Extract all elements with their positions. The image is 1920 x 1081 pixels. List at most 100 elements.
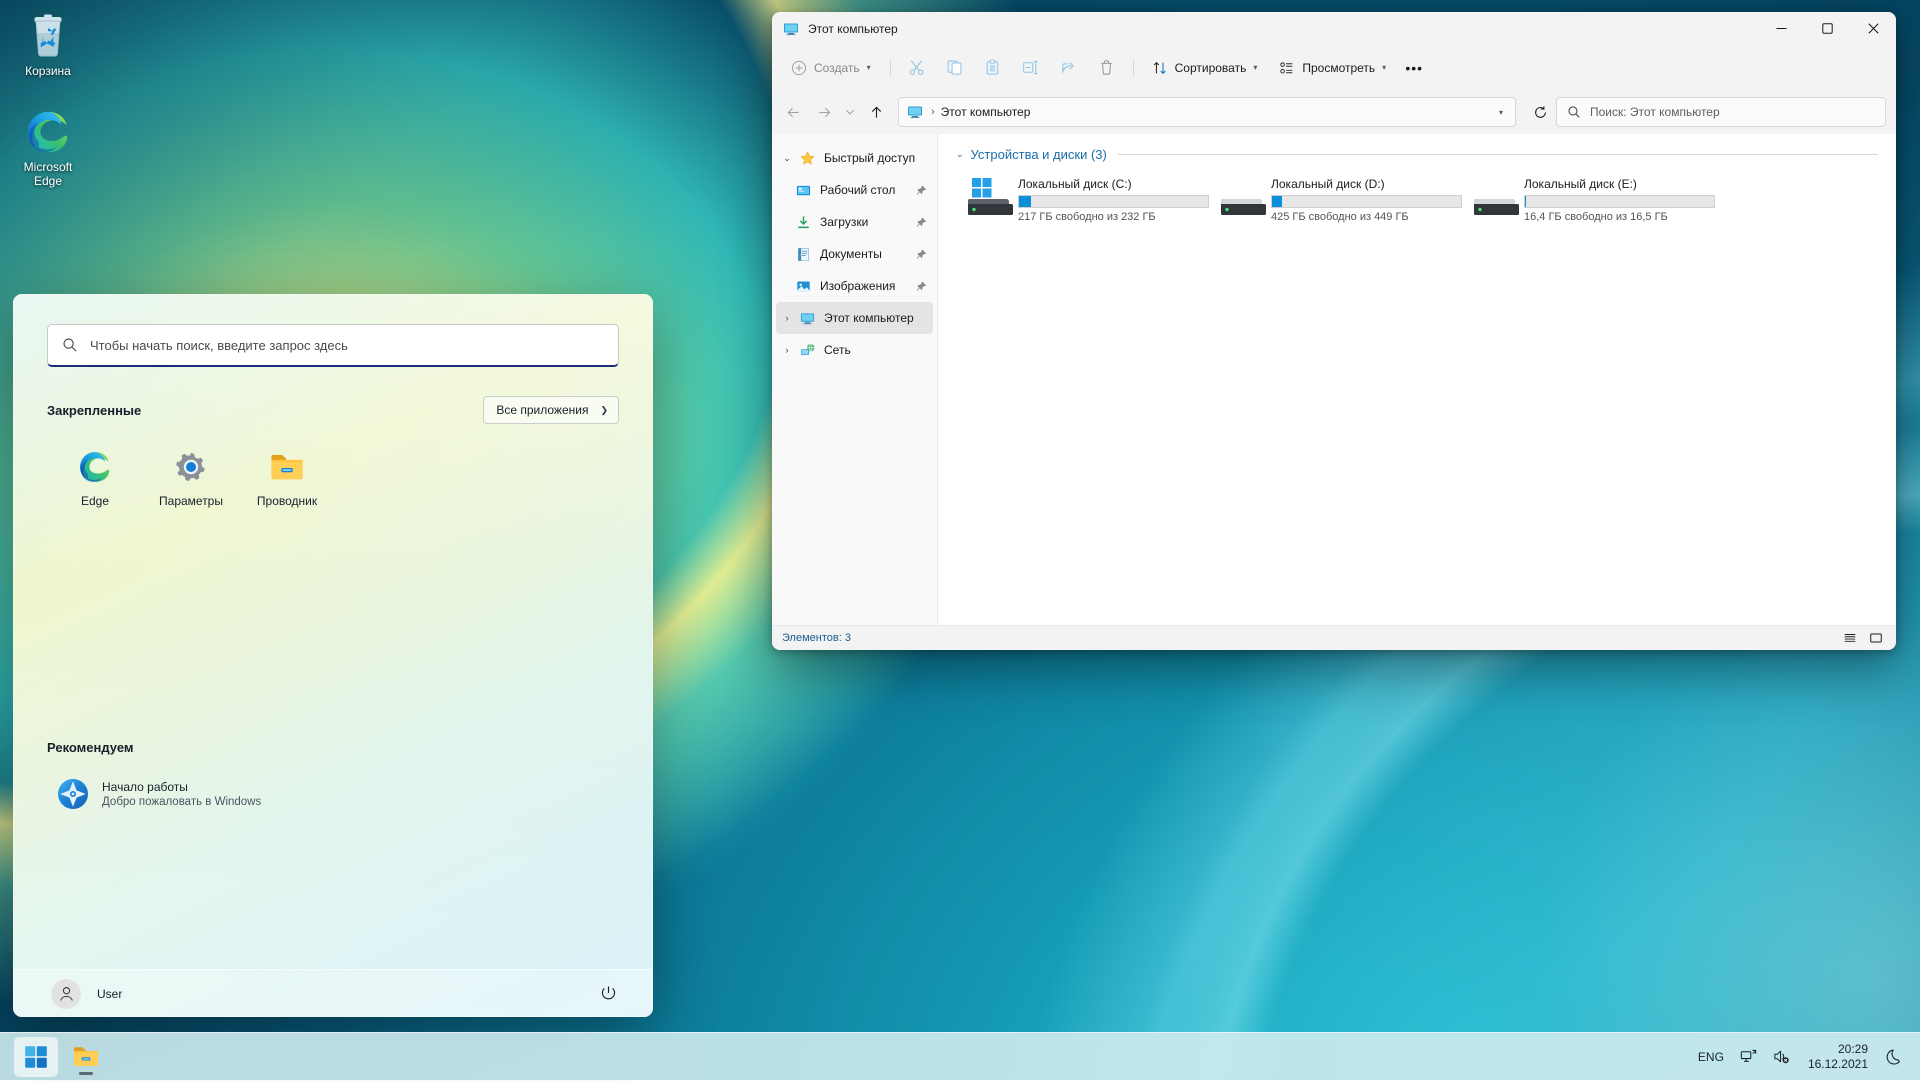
close-button[interactable] (1850, 12, 1896, 45)
group-divider (1118, 154, 1878, 155)
pin-icon[interactable] (913, 249, 929, 260)
details-view-button[interactable] (1838, 628, 1862, 649)
sort-button[interactable]: Сортировать ▾ (1142, 52, 1268, 84)
volume-button[interactable] (1766, 1039, 1797, 1075)
minimize-button[interactable] (1758, 12, 1804, 45)
refresh-button[interactable] (1525, 97, 1555, 127)
window-title: Этот компьютер (808, 22, 898, 36)
share-icon[interactable] (1051, 52, 1087, 84)
notifications-button[interactable] (1879, 1039, 1910, 1075)
pinned-section-header: Закрепленные Все приложения ❯ (47, 396, 619, 424)
command-bar[interactable]: Создать ▾ (772, 45, 1896, 90)
sidebar-item-this-pc[interactable]: › Этот компьютер (776, 302, 933, 334)
pinned-app-label: Edge (49, 494, 141, 508)
chevron-right-icon[interactable]: › (776, 345, 798, 355)
pinned-app-settings[interactable]: Параметры (143, 440, 239, 516)
drive-usage-bar (1524, 195, 1715, 208)
speaker-muted-icon (1773, 1048, 1790, 1065)
copy-icon[interactable] (937, 52, 973, 84)
new-button[interactable]: Создать ▾ (782, 52, 882, 84)
pin-icon[interactable] (913, 185, 929, 196)
navigation-bar[interactable]: › Этот компьютер ▾ Поиск: Этот компьютер (772, 90, 1896, 134)
settings-gear-icon (145, 450, 237, 484)
desktop-icon-recycle-bin[interactable]: Корзина (6, 12, 90, 78)
chevron-right-icon: ❯ (600, 405, 608, 416)
sidebar-item-network[interactable]: › Сеть (776, 334, 933, 366)
search-box[interactable]: Поиск: Этот компьютер (1556, 97, 1886, 127)
edge-icon (6, 108, 90, 156)
pin-icon[interactable] (913, 217, 929, 228)
sidebar-label: Рабочий стол (820, 183, 913, 197)
start-button[interactable] (14, 1037, 58, 1077)
pinned-app-edge[interactable]: Edge (47, 440, 143, 516)
rename-icon[interactable] (1013, 52, 1049, 84)
delete-icon[interactable] (1089, 52, 1125, 84)
address-bar[interactable]: › Этот компьютер ▾ (898, 97, 1516, 127)
content-pane[interactable]: ⌄ Устройства и диски (3) (938, 134, 1896, 625)
pin-icon[interactable] (913, 281, 929, 292)
desktop-icon-label: Корзина (6, 64, 90, 78)
all-apps-button[interactable]: Все приложения ❯ (483, 396, 619, 424)
desktop-icon-microsoft-edge[interactable]: Microsoft Edge (6, 108, 90, 188)
chevron-down-icon[interactable]: ⌄ (776, 153, 798, 164)
recommended-item-title: Начало работы (102, 780, 261, 794)
sidebar-item-documents[interactable]: Документы (776, 238, 933, 270)
window-titlebar[interactable]: Этот компьютер (772, 12, 1896, 45)
sidebar-item-quick-access[interactable]: ⌄ Быстрый доступ (776, 142, 933, 174)
chevron-down-icon: ▾ (867, 63, 871, 72)
recommended-item-get-started[interactable]: Начало работы Добро пожаловать в Windows (47, 770, 333, 818)
taskbar-file-explorer[interactable] (64, 1037, 108, 1077)
cut-icon[interactable] (899, 52, 935, 84)
network-icon (1740, 1048, 1757, 1065)
pinned-app-file-explorer[interactable]: Проводник (239, 440, 335, 516)
navigation-pane[interactable]: ⌄ Быстрый доступ Рабочий стол (772, 134, 938, 625)
desktop-icon-label-line2: Edge (6, 174, 90, 188)
language-indicator[interactable]: ENG (1691, 1039, 1731, 1075)
view-icon (1279, 60, 1295, 76)
taskbar[interactable]: ENG 20:29 16.12.2021 (0, 1032, 1920, 1080)
network-status-button[interactable] (1733, 1039, 1764, 1075)
file-explorer-window[interactable]: Этот компьютер Создать ▾ (772, 12, 1896, 650)
sidebar-label: Быстрый доступ (824, 151, 929, 165)
recent-locations-button[interactable] (840, 97, 860, 127)
window-controls (1758, 12, 1896, 45)
forward-button[interactable] (809, 97, 839, 127)
more-options-button[interactable]: ••• (1398, 52, 1430, 84)
clock[interactable]: 20:29 16.12.2021 (1799, 1042, 1877, 1072)
chevron-down-icon[interactable]: ⌄ (956, 149, 964, 160)
group-header-devices-and-drives[interactable]: ⌄ Устройства и диски (3) (952, 144, 1896, 162)
sidebar-item-desktop[interactable]: Рабочий стол (776, 174, 933, 206)
drive-usage-fill (1272, 196, 1282, 207)
start-menu[interactable]: Чтобы начать поиск, введите запрос здесь… (13, 294, 653, 1017)
sidebar-label: Документы (820, 247, 913, 261)
view-button[interactable]: Просмотреть ▾ (1269, 52, 1396, 84)
drive-item-d[interactable]: Локальный диск (D:) 425 ГБ свободно из 4… (1215, 172, 1468, 227)
power-button[interactable] (591, 977, 625, 1011)
maximize-button[interactable] (1804, 12, 1850, 45)
paste-icon[interactable] (975, 52, 1011, 84)
sidebar-label: Изображения (820, 279, 913, 293)
drive-item-c[interactable]: Локальный диск (C:) 217 ГБ свободно из 2… (962, 172, 1215, 227)
back-button[interactable] (778, 97, 808, 127)
clock-date: 16.12.2021 (1808, 1057, 1868, 1072)
sidebar-item-downloads[interactable]: Загрузки (776, 206, 933, 238)
start-search-placeholder: Чтобы начать поиск, введите запрос здесь (90, 338, 348, 353)
refresh-icon (1533, 105, 1548, 120)
start-search-input[interactable]: Чтобы начать поиск, введите запрос здесь (47, 324, 619, 367)
sidebar-item-pictures[interactable]: Изображения (776, 270, 933, 302)
large-icons-view-button[interactable] (1864, 628, 1888, 649)
group-header-label: Устройства и диски (3) (971, 147, 1107, 162)
command-separator-2 (1133, 59, 1134, 77)
up-button[interactable] (861, 97, 891, 127)
recommended-item-text: Начало работы Добро пожаловать в Windows (102, 780, 261, 808)
downloads-icon (794, 215, 812, 230)
breadcrumb[interactable]: Этот компьютер (941, 105, 1031, 119)
user-account-button[interactable]: User (47, 975, 132, 1013)
address-chevron-down-icon[interactable]: ▾ (1491, 108, 1511, 117)
drive-info: Локальный диск (C:) 217 ГБ свободно из 2… (1018, 176, 1209, 223)
recommended-item-subtitle: Добро пожаловать в Windows (102, 796, 261, 808)
drive-name: Локальный диск (C:) (1018, 177, 1209, 191)
drive-item-e[interactable]: Локальный диск (E:) 16,4 ГБ свободно из … (1468, 172, 1721, 227)
arrow-up-icon (869, 105, 884, 120)
chevron-right-icon[interactable]: › (776, 313, 798, 323)
